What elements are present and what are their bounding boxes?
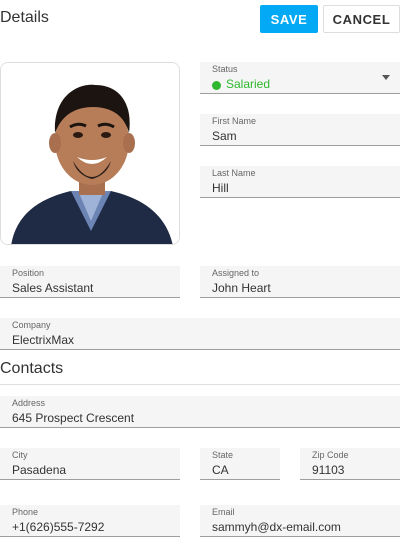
assigned-to-label: Assigned to [212,268,260,278]
company-value: ElectrixMax [12,333,75,347]
city-field[interactable]: City Pasadena [0,448,180,480]
company-label: Company [12,320,51,330]
last-name-label: Last Name [212,168,256,178]
cancel-button[interactable]: CANCEL [323,5,400,33]
assigned-to-value: John Heart [212,281,271,295]
zip-code-field[interactable]: Zip Code 91103 [300,448,400,480]
assigned-to-field[interactable]: Assigned to John Heart [200,266,400,298]
address-field[interactable]: Address 645 Prospect Crescent [0,396,400,428]
employee-photo [0,62,180,245]
email-value: sammyh@dx-email.com [212,520,341,534]
state-label: State [212,450,234,460]
last-name-value: Hill [212,181,229,195]
save-button[interactable]: SAVE [260,5,318,33]
phone-label: Phone [12,507,39,517]
status-field[interactable]: Status Salaried [200,62,400,94]
status-indicator-icon [212,81,221,90]
position-label: Position [12,268,45,278]
first-name-label: First Name [212,116,257,126]
chevron-down-icon[interactable] [382,75,390,80]
email-label: Email [212,507,235,517]
first-name-value: Sam [212,129,237,143]
city-label: City [12,450,28,460]
zip-code-value: 91103 [312,463,345,477]
email-field[interactable]: Email sammyh@dx-email.com [200,505,400,537]
state-field[interactable]: State CA [200,448,280,480]
section-divider [0,384,400,385]
last-name-field[interactable]: Last Name Hill [200,166,400,198]
company-field[interactable]: Company ElectrixMax [0,318,400,350]
status-value: Salaried [226,77,271,91]
state-value: CA [212,463,229,477]
contacts-section-title: Contacts [0,360,64,377]
phone-field[interactable]: Phone +1(626)555-7292 [0,505,180,537]
address-label: Address [12,398,46,408]
zip-code-label: Zip Code [312,450,349,460]
position-value: Sales Assistant [12,281,94,295]
page-title: Details [0,9,49,26]
address-value: 645 Prospect Crescent [12,411,135,425]
position-field[interactable]: Position Sales Assistant [0,266,180,298]
status-label: Status [212,64,238,74]
first-name-field[interactable]: First Name Sam [200,114,400,146]
employee-portrait-image [1,63,179,244]
city-value: Pasadena [12,463,67,477]
phone-value: +1(626)555-7292 [12,520,105,534]
